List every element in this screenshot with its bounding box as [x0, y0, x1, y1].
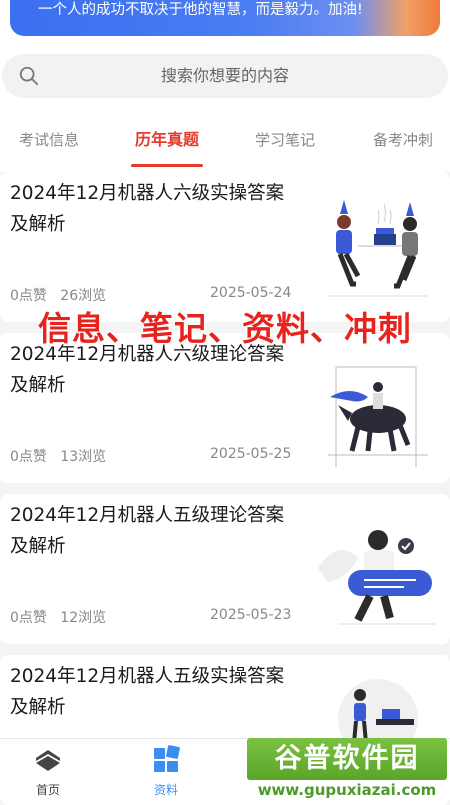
search-section: 搜索你想要的内容 [0, 44, 450, 108]
article-stats: 0点赞 13浏览 [10, 446, 106, 466]
watermark-logo-text: 谷普软件园 [247, 738, 447, 780]
promo-caption: 信息、笔记、资料、冲刺 [38, 309, 412, 348]
tabbar-materials[interactable]: 资料 [126, 745, 206, 798]
grid-icon [154, 745, 180, 772]
tab-exam-sprint[interactable]: 备考冲刺 [353, 108, 450, 172]
article-card[interactable]: 2024年12月机器人六级实操答案及解析 0点赞 26浏览 2025-05-24 [0, 172, 450, 322]
article-date: 2025-05-25 [210, 446, 292, 462]
article-title: 2024年12月机器人五级理论答案及解析 [10, 505, 285, 557]
category-tabs: 考试信息 历年真题 学习笔记 备考冲刺 [0, 108, 450, 172]
motto-banner: 一个人的成功不取决于他的智慧，而是毅力。加油! [0, 0, 450, 44]
article-stats: 0点赞 12浏览 [10, 607, 106, 627]
banner-background: 一个人的成功不取决于他的智慧，而是毅力。加油! [10, 0, 440, 36]
banner-text: 一个人的成功不取决于他的智慧，而是毅力。加油! [38, 2, 363, 18]
home-icon [36, 750, 60, 771]
search-bar[interactable]: 搜索你想要的内容 [2, 54, 448, 98]
tabbar-materials-label: 资料 [153, 783, 178, 797]
search-placeholder: 搜索你想要的内容 [160, 66, 289, 85]
site-watermark: 谷普软件园 www.gupuxiazai.com [247, 738, 447, 800]
birthday-party-illustration [328, 200, 428, 297]
active-tab-indicator [131, 164, 203, 167]
view-count: 13浏览 [60, 449, 107, 465]
tab-exam-info[interactable]: 考试信息 [0, 108, 98, 172]
horse-rider-illustration [328, 366, 428, 467]
like-count: 0点赞 [10, 449, 47, 465]
article-title: 2024年12月机器人六级实操答案及解析 [10, 183, 285, 235]
tab-past-papers[interactable]: 历年真题 [117, 108, 217, 172]
tab-study-notes[interactable]: 学习笔记 [235, 108, 335, 172]
article-date: 2025-05-23 [210, 607, 292, 623]
tabbar-home-label: 首页 [35, 783, 60, 797]
tabbar-home[interactable]: 首页 [8, 745, 88, 798]
view-count: 12浏览 [60, 610, 107, 626]
article-card[interactable]: 2024年12月机器人五级理论答案及解析 0点赞 12浏览 2025-05-23 [0, 494, 450, 644]
article-date: 2025-05-24 [210, 285, 292, 301]
article-title: 2024年12月机器人五级实操答案及解析 [10, 666, 285, 718]
like-count: 0点赞 [10, 610, 47, 626]
watermark-url: www.gupuxiazai.com [247, 780, 447, 800]
chat-bubble-illustration [318, 530, 436, 625]
article-card[interactable]: 2024年12月机器人六级理论答案及解析 0点赞 13浏览 2025-05-25 [0, 333, 450, 483]
